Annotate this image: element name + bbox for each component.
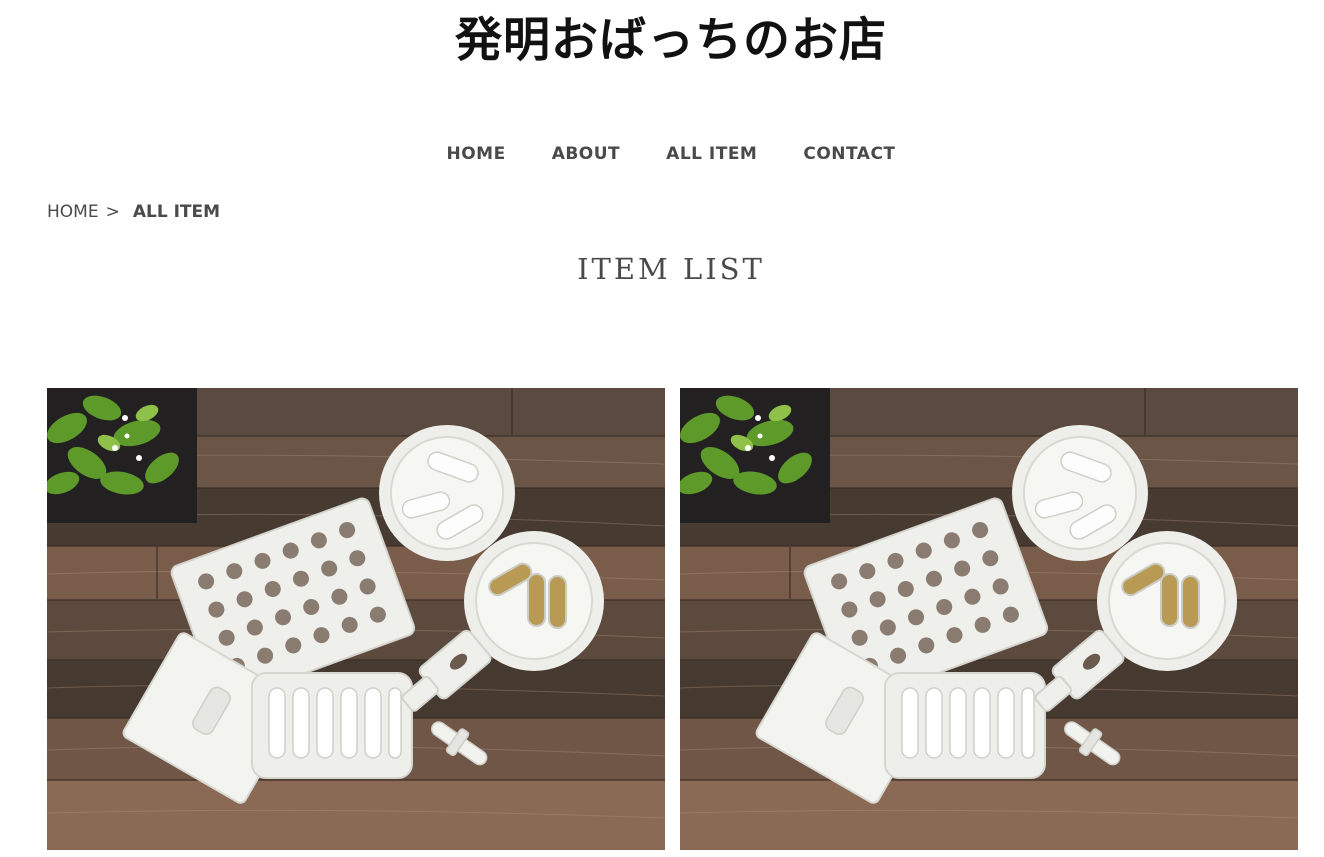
item-image	[680, 388, 1298, 850]
breadcrumb-current: ALL ITEM	[132, 202, 221, 222]
breadcrumb-separator: >	[105, 202, 120, 222]
nav-item-all-item[interactable]: ALL ITEM	[666, 143, 757, 165]
item-card[interactable]	[680, 388, 1298, 850]
main-nav: HOME ABOUT ALL ITEM CONTACT	[0, 143, 1324, 165]
nav-item-contact[interactable]: CONTACT	[803, 143, 895, 165]
nav-item-home[interactable]: HOME	[446, 143, 505, 165]
shop-title-link[interactable]: 発明おばっちのお店	[0, 10, 1324, 72]
item-card[interactable]	[47, 388, 665, 850]
section-title: ITEM LIST	[577, 252, 765, 286]
breadcrumb: HOME > ALL ITEM	[47, 201, 220, 223]
nav-item-about[interactable]: ABOUT	[552, 143, 620, 165]
breadcrumb-home-link[interactable]: HOME	[47, 201, 99, 223]
page: 発明おばっちのお店 HOME ABOUT ALL ITEM CONTACT HO…	[0, 0, 1324, 857]
item-image	[47, 388, 665, 850]
